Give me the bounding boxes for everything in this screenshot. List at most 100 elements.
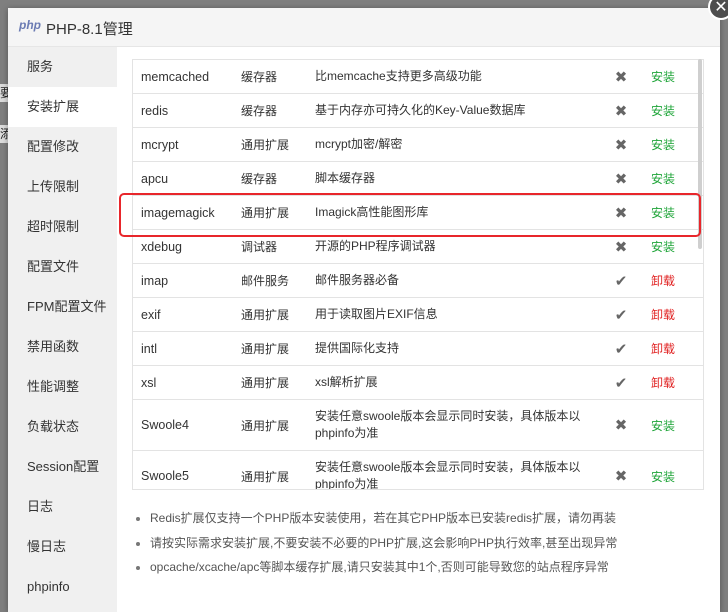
extension-type: 通用扩展	[233, 331, 307, 366]
extension-type: 通用扩展	[233, 365, 307, 400]
cross-icon: ✖	[595, 93, 647, 128]
uninstall-button[interactable]: 卸载	[651, 342, 675, 356]
sidebar-item[interactable]: 超时限制	[8, 207, 117, 247]
action-cell: 安装	[647, 93, 703, 128]
sidebar-item[interactable]: 性能调整	[8, 367, 117, 407]
php-logo-icon: php	[19, 18, 41, 32]
install-button[interactable]: 安装	[651, 104, 675, 118]
sidebar-item[interactable]: 禁用函数	[8, 327, 117, 367]
table-row: memcached 缓存器 比memcache支持更多高级功能 ✖ 安装	[133, 59, 703, 94]
extension-description: mcrypt加密/解密	[307, 127, 595, 162]
extension-description: 邮件服务器必备	[307, 263, 595, 298]
check-icon: ✔	[595, 263, 647, 298]
sidebar-item[interactable]: 慢日志	[8, 527, 117, 567]
highlight-box-imagemagick	[119, 193, 701, 237]
tips-list: Redis扩展仅支持一个PHP版本安装使用，若在其它PHP版本已安装redis扩…	[132, 506, 617, 580]
dialog-titlebar: php PHP-8.1管理 ✕	[8, 0, 728, 47]
tip-item: Redis扩展仅支持一个PHP版本安装使用，若在其它PHP版本已安装redis扩…	[150, 506, 617, 531]
table-row: mcrypt 通用扩展 mcrypt加密/解密 ✖ 安装	[133, 127, 703, 162]
extension-name: intl	[133, 331, 233, 366]
check-icon: ✔	[595, 297, 647, 332]
action-cell: 安装	[647, 59, 703, 94]
cross-icon: ✖	[595, 399, 647, 451]
extension-name: Swoole4	[133, 399, 233, 451]
extension-name: mcrypt	[133, 127, 233, 162]
tip-item: opcache/xcache/apc等脚本缓存扩展,请只安装其中1个,否则可能导…	[150, 555, 617, 580]
extension-type: 通用扩展	[233, 399, 307, 451]
extension-name: xsl	[133, 365, 233, 400]
sidebar-nav: 服务 安装扩展 配置修改 上传限制 超时限制 配置文件 FPM配置文件 禁用函数 性能调整 负载状…	[8, 47, 117, 612]
extension-name: exif	[133, 297, 233, 332]
check-icon: ✔	[595, 331, 647, 366]
cross-icon: ✖	[595, 450, 647, 489]
sidebar-item[interactable]: 安装扩展	[8, 87, 117, 127]
extension-type: 缓存器	[233, 161, 307, 196]
install-button[interactable]: 安装	[651, 240, 675, 254]
main-content: memcached 缓存器 比memcache支持更多高级功能 ✖ 安装 redis 缓存器…	[117, 47, 720, 612]
tip-item: 请按实际需求安装扩展,不要安装不必要的PHP扩展,这会影响PHP执行效率,甚至出…	[150, 531, 617, 556]
sidebar-item[interactable]: 日志	[8, 487, 117, 527]
sidebar-item[interactable]: 负载状态	[8, 407, 117, 447]
cross-icon: ✖	[595, 59, 647, 94]
uninstall-button[interactable]: 卸载	[651, 308, 675, 322]
extension-type: 缓存器	[233, 93, 307, 128]
action-cell: 安装	[647, 450, 703, 489]
table-row: xsl 通用扩展 xsl解析扩展 ✔ 卸载	[133, 365, 703, 400]
table-row: redis 缓存器 基于内存亦可持久化的Key-Value数据库 ✖ 安装	[133, 93, 703, 128]
install-button[interactable]: 安装	[651, 138, 675, 152]
table-row: exif 通用扩展 用于读取图片EXIF信息 ✔ 卸载	[133, 297, 703, 332]
install-button[interactable]: 安装	[651, 419, 675, 433]
action-cell: 安装	[647, 127, 703, 162]
background-text-fragment: 添	[0, 125, 13, 143]
extension-name: memcached	[133, 59, 233, 94]
extension-name: apcu	[133, 161, 233, 196]
cross-icon: ✖	[595, 161, 647, 196]
close-icon: ✕	[714, 0, 728, 16]
cross-icon: ✖	[595, 127, 647, 162]
install-button[interactable]: 安装	[651, 172, 675, 186]
check-icon: ✔	[595, 365, 647, 400]
table-row: imap 邮件服务 邮件服务器必备 ✔ 卸载	[133, 263, 703, 298]
extension-type: 通用扩展	[233, 450, 307, 489]
extension-type: 缓存器	[233, 59, 307, 94]
extension-description: 比memcache支持更多高级功能	[307, 59, 595, 94]
extension-table: memcached 缓存器 比memcache支持更多高级功能 ✖ 安装 redis 缓存器…	[133, 59, 703, 489]
extension-type: 邮件服务	[233, 263, 307, 298]
sidebar-item[interactable]: Session配置	[8, 447, 117, 487]
extension-description: 基于内存亦可持久化的Key-Value数据库	[307, 93, 595, 128]
background-text-fragment: 要	[0, 84, 13, 102]
extension-description: xsl解析扩展	[307, 365, 595, 400]
extension-description: 安装任意swoole版本会显示同时安装，具体版本以phpinfo为准	[307, 450, 595, 489]
install-button[interactable]: 安装	[651, 70, 675, 84]
extension-name: Swoole5	[133, 450, 233, 489]
extension-table-container[interactable]: memcached 缓存器 比memcache支持更多高级功能 ✖ 安装 redis 缓存器…	[132, 59, 704, 490]
table-row: Swoole4 通用扩展 安装任意swoole版本会显示同时安装，具体版本以phpi…	[133, 399, 703, 451]
sidebar-item[interactable]: 配置修改	[8, 127, 117, 167]
sidebar-item[interactable]: 服务	[8, 47, 117, 87]
extension-description: 用于读取图片EXIF信息	[307, 297, 595, 332]
close-button[interactable]: ✕	[708, 0, 728, 20]
extension-type: 通用扩展	[233, 127, 307, 162]
extension-type: 通用扩展	[233, 297, 307, 332]
uninstall-button[interactable]: 卸载	[651, 376, 675, 390]
action-cell: 安装	[647, 161, 703, 196]
table-row: apcu 缓存器 脚本缓存器 ✖ 安装	[133, 161, 703, 196]
table-row: Swoole5 通用扩展 安装任意swoole版本会显示同时安装，具体版本以phpi…	[133, 450, 703, 489]
sidebar-item[interactable]: FPM配置文件	[8, 287, 117, 327]
sidebar-item[interactable]: phpinfo	[8, 567, 117, 607]
dialog-title: PHP-8.1管理	[46, 21, 133, 38]
php-manager-dialog: php PHP-8.1管理 ✕ 服务 安装扩展 配置修改 上传限制 超时限制 配置文件 FP…	[8, 0, 728, 612]
action-cell: 卸载	[647, 297, 703, 332]
extension-description: 安装任意swoole版本会显示同时安装，具体版本以phpinfo为准	[307, 399, 595, 451]
sidebar-item[interactable]: 配置文件	[8, 247, 117, 287]
uninstall-button[interactable]: 卸载	[651, 274, 675, 288]
action-cell: 卸载	[647, 263, 703, 298]
action-cell: 安装	[647, 399, 703, 451]
extension-description: 脚本缓存器	[307, 161, 595, 196]
extension-name: redis	[133, 93, 233, 128]
action-cell: 卸载	[647, 331, 703, 366]
action-cell: 卸载	[647, 365, 703, 400]
install-button[interactable]: 安装	[651, 470, 675, 484]
sidebar-item[interactable]: 上传限制	[8, 167, 117, 207]
extension-name: imap	[133, 263, 233, 298]
